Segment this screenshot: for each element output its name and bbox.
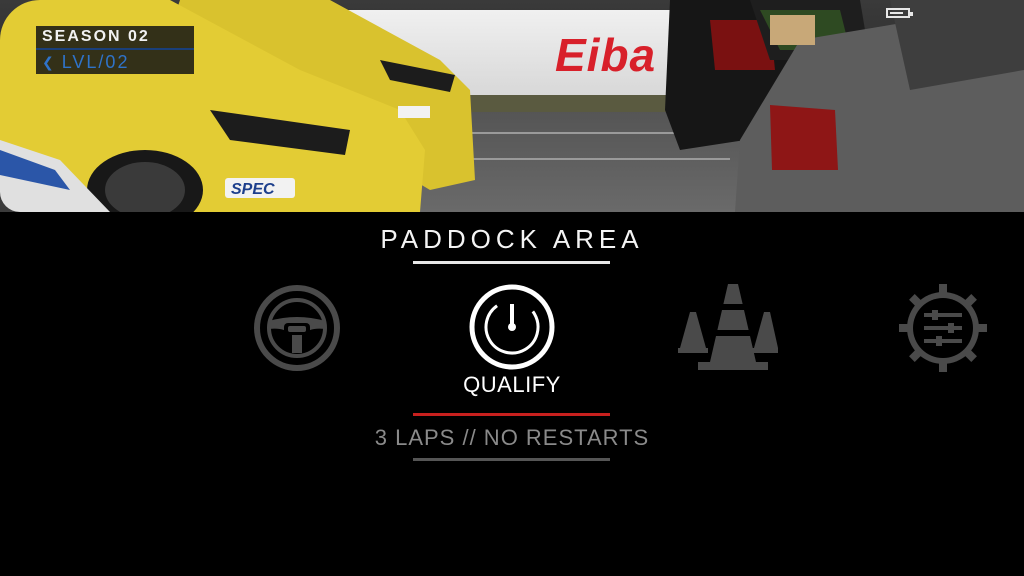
description-underline [413,458,610,461]
battery-fill [890,12,903,14]
battery-icon [886,8,913,18]
level-chevron-icon: ❮ [42,54,56,70]
level-label: LVL/02 [61,52,130,72]
selection-indicator-bar [413,413,610,416]
stopwatch-icon[interactable] [467,282,557,372]
sponsor-banner-text: Eiba [555,29,657,81]
season-level-panel: SEASON 02 ❮ LVL/02 [36,26,194,74]
level-indicator: ❮ LVL/02 [36,50,194,74]
settings-gear-icon[interactable] [898,283,988,373]
page-title: PADDOCK AREA [380,224,644,254]
dark-rally-cars [665,0,1024,212]
traffic-cones-icon[interactable] [678,282,778,372]
season-label: SEASON 02 [36,26,194,50]
mode-description: 3 LAPS // NO RESTARTS [374,425,650,450]
svg-text:SPEC: SPEC [231,181,275,198]
title-underline [413,261,610,264]
steering-wheel-icon[interactable] [252,283,342,373]
selected-mode-label: QUALIFY [463,372,561,397]
